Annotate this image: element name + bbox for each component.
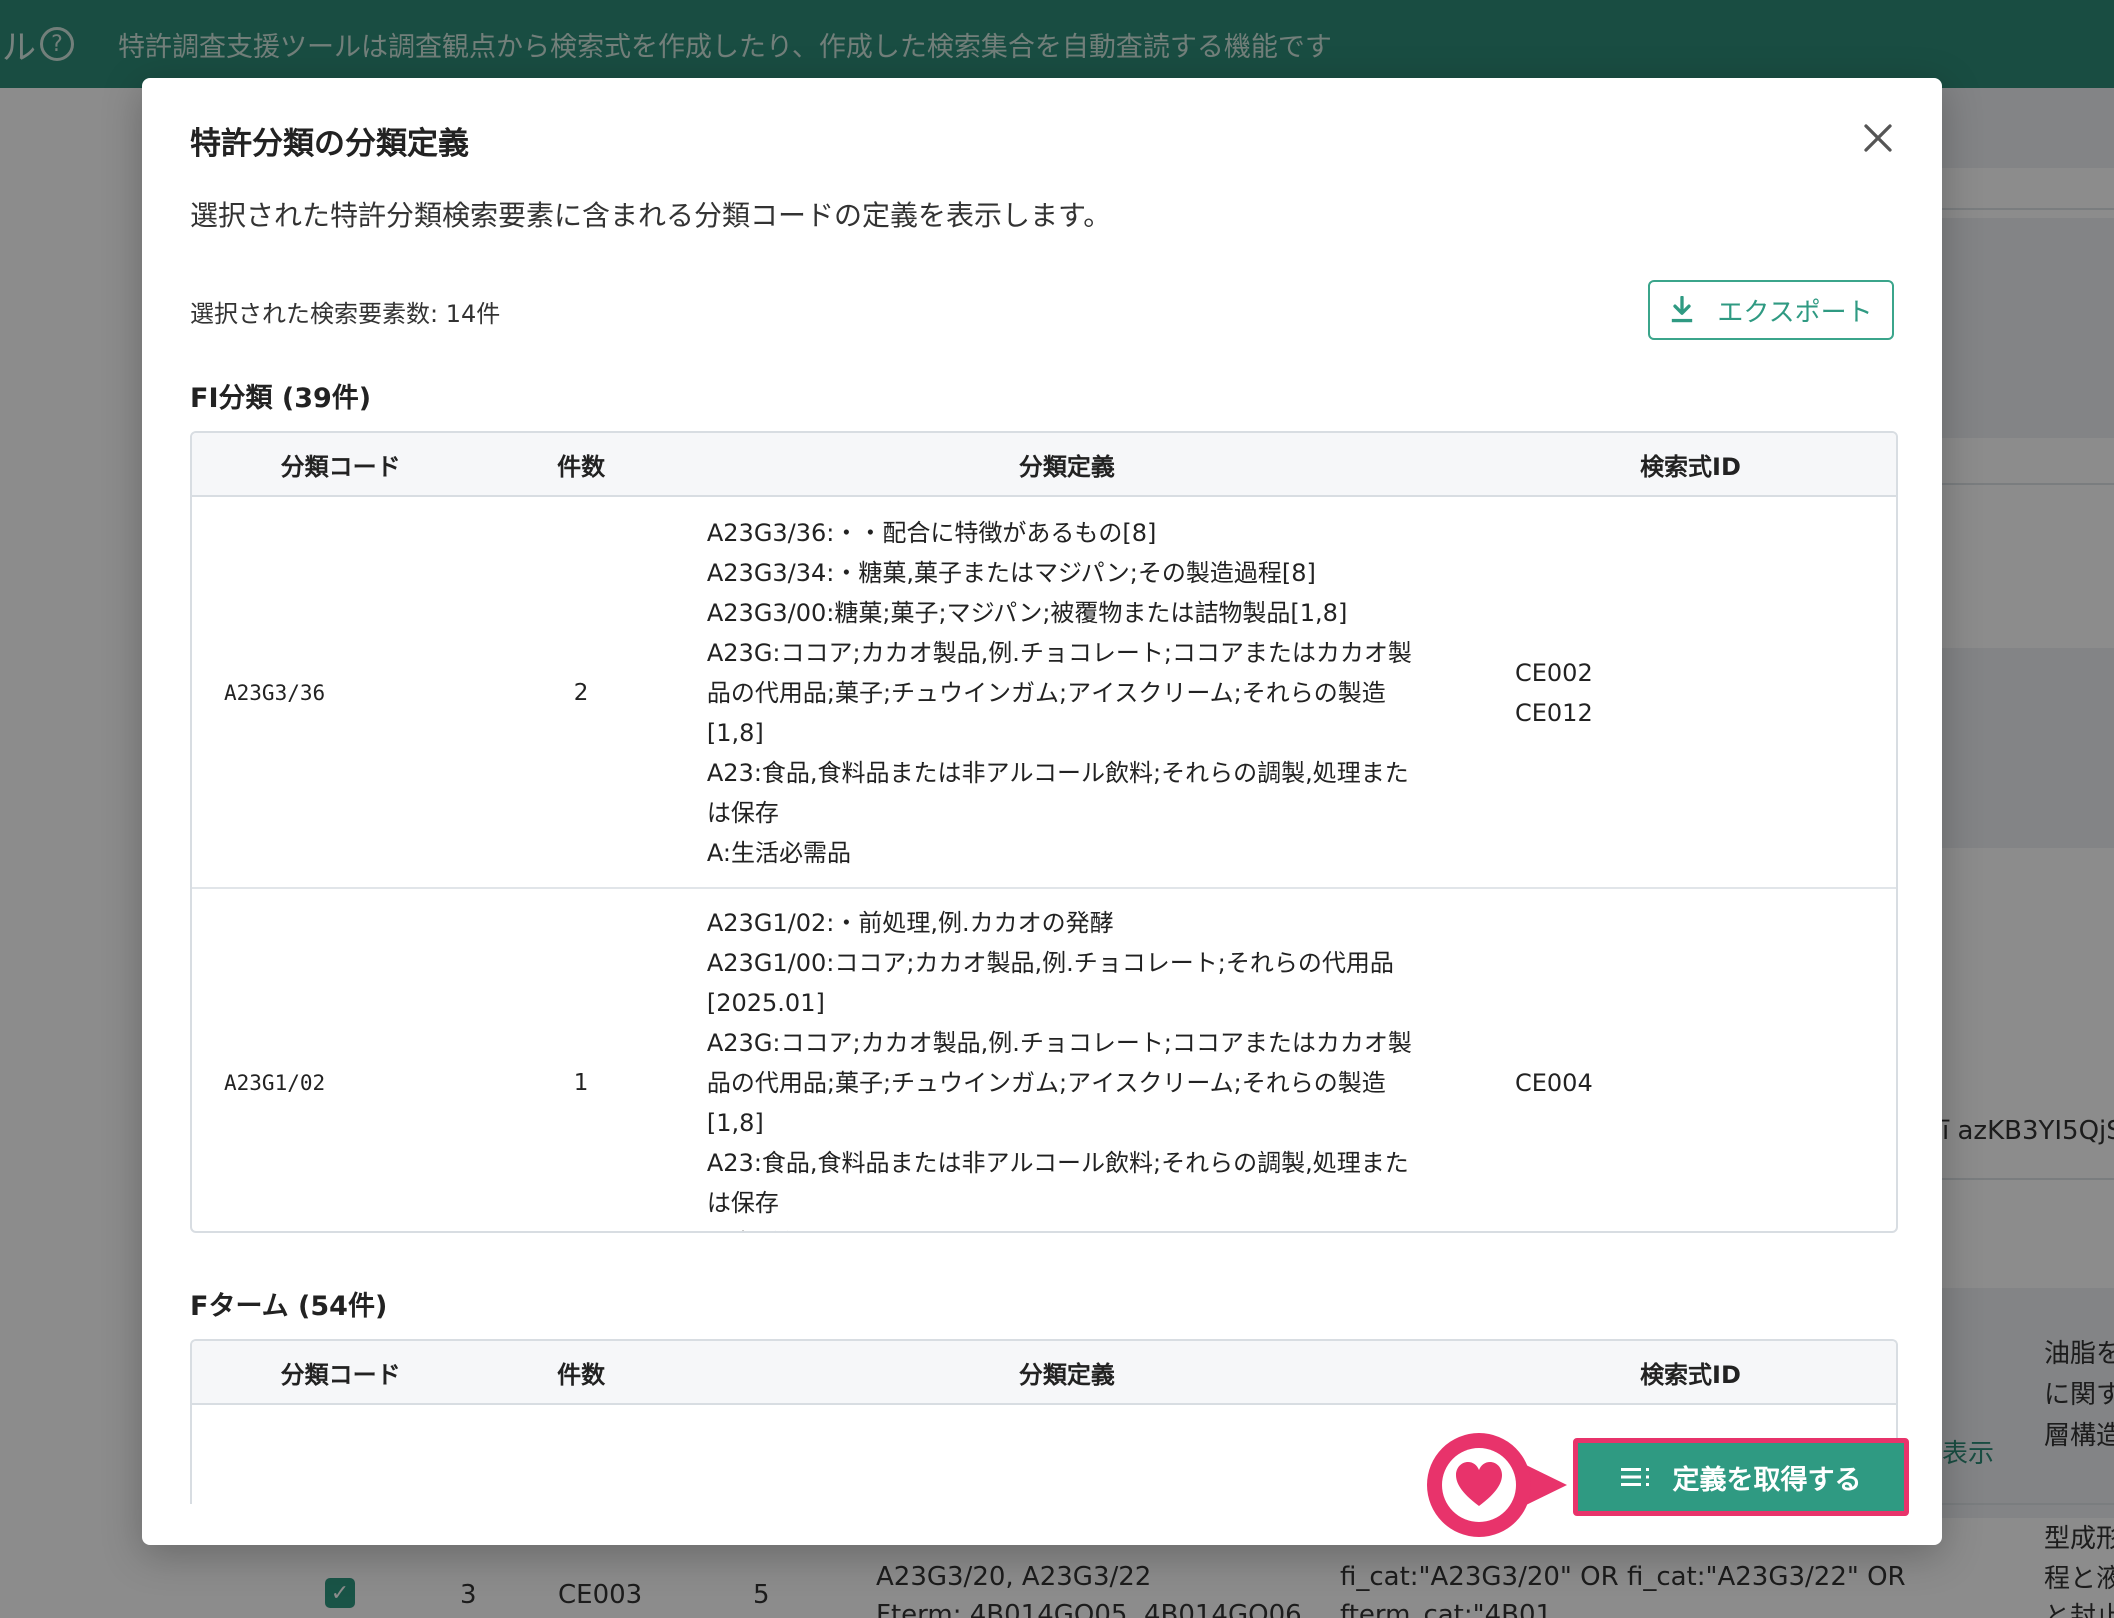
modal-title: 特許分類の分類定義 [190,126,469,162]
close-button[interactable] [1854,114,1902,162]
definition-line: [1,8] [706,719,764,747]
definition-line: A:生活必需品 [706,839,851,867]
definition-line: A23G3/00:糖菓;菓子;マジパン;被覆物または詰物製品[1,8] [706,599,1348,627]
table-row: A23G1/02 1 A23G1/02:・前処理,例.カカオの発酵 A23G1/… [192,889,1896,1231]
fi-table-body[interactable]: A23G3/36 2 A23G3/36:・・配合に特徴があるもの[8] A23G… [192,499,1896,1231]
definition-line: は保存 [706,799,779,827]
definition-line: A23G3/34:・糖菓,菓子またはマジパン;その製造過程[8] [706,559,1316,587]
col-query-id: 検索式ID [1640,1360,1741,1389]
definition-line: [2025.01] [706,989,825,1017]
download-icon [1672,296,1693,323]
fterm-section-title: Fターム (54件) [190,1291,388,1322]
col-definition: 分類定義 [1018,452,1115,481]
definition-line: A23G:ココア;カカオ製品,例.チョコレート;ココアまたはカカオ製 [706,1029,1412,1057]
col-count: 件数 [557,452,606,481]
definition-line: 品の代用品;菓子;チュウインガム;アイスクリーム;それらの製造 [706,679,1386,707]
export-label: エクスポート [1717,297,1873,328]
row-query-ids: CE002 CE012 [1461,499,1896,887]
query-id: CE012 [1514,699,1593,727]
col-query-id: 検索式ID [1640,452,1741,481]
classification-definition-modal: 特許分類の分類定義 選択された特許分類検索要素に含まれる分類コードの定義を表示し… [142,78,1942,1545]
definition-line: A23G1/02:・前処理,例.カカオの発酵 [706,909,1114,937]
definition-line: は保存 [706,1189,779,1217]
col-code: 分類コード [280,452,401,481]
row-definition: A23G1/02:・前処理,例.カカオの発酵 A23G1/00:ココア;カカオ製… [673,889,1461,1231]
row-count: 2 [573,680,589,706]
fi-section-title: FI分類 (39件) [190,383,372,414]
row-code: A23G1/02 [224,1071,326,1095]
definition-line: A23:食品,食料品または非アルコール飲料;それらの調製,処理また [706,759,1409,787]
definition-line: A:生活必需品 [707,1223,1441,1231]
row-count: 1 [573,1070,589,1096]
row-query-ids: CE004 [1461,889,1896,1231]
definition-line: A23G3/36:・・配合に特徴があるもの[8] [706,519,1157,547]
list-icon [1620,1468,1649,1486]
get-definitions-label: 定義を取得する [1672,1464,1862,1496]
col-code: 分類コード [280,1360,401,1389]
definition-line: A23:食品,食料品または非アルコール飲料;それらの調製,処理また [706,1149,1409,1177]
row-definition: A23G3/36:・・配合に特徴があるもの[8] A23G3/34:・糖菓,菓子… [673,499,1461,887]
fi-table: 分類コード 件数 分類定義 検索式ID A23G3/36 2 A23G3/36:… [190,431,1898,1233]
export-button[interactable]: エクスポート [1648,280,1894,340]
get-definitions-button[interactable]: 定義を取得する [1573,1438,1909,1516]
definition-line: [1,8] [706,1109,764,1137]
col-count: 件数 [557,1360,606,1389]
close-icon [1864,124,1892,152]
col-definition: 分類定義 [1018,1360,1115,1389]
fi-table-header: 分類コード 件数 分類定義 検索式ID [192,433,1896,497]
definition-line: A23G:ココア;カカオ製品,例.チョコレート;ココアまたはカカオ製 [706,639,1412,667]
fterm-table-header: 分類コード 件数 分類定義 検索式ID [192,1341,1896,1405]
definition-line: 品の代用品;菓子;チュウインガム;アイスクリーム;それらの製造 [706,1069,1386,1097]
selected-count: 選択された検索要素数: 14件 [190,300,501,328]
query-id: CE002 [1514,659,1593,687]
definition-line: A23G1/00:ココア;カカオ製品,例.チョコレート;それらの代用品 [706,949,1394,977]
table-row: A23G3/36 2 A23G3/36:・・配合に特徴があるもの[8] A23G… [192,499,1896,889]
modal-description: 選択された特許分類検索要素に含まれる分類コードの定義を表示します。 [190,199,1112,232]
heart-callout-icon [1427,1433,1567,1537]
query-id: CE004 [1514,1069,1593,1097]
row-code: A23G3/36 [224,681,326,705]
